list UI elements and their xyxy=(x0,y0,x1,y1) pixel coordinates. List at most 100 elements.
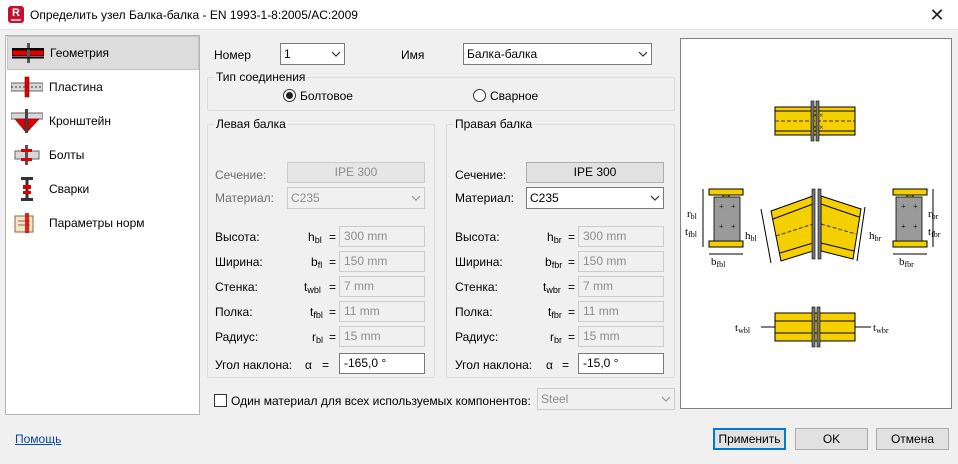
close-icon: ✕ xyxy=(929,5,945,25)
symbol: b xyxy=(545,255,552,269)
left-material-select[interactable]: C235 xyxy=(287,187,425,209)
cancel-button[interactable]: Отмена xyxy=(876,428,949,450)
svg-text:× ×: × × xyxy=(812,111,823,120)
symbol: h xyxy=(308,230,315,244)
t-fbl-subscript: fbl xyxy=(688,230,698,239)
left-height-field[interactable]: 300 mm xyxy=(339,226,425,247)
b-fbl-subscript: fbl xyxy=(717,260,727,269)
right-material-select[interactable]: C235 xyxy=(526,187,664,209)
same-material-label: Один материал для всех используемых комп… xyxy=(231,394,531,408)
sidebar-item-label: Болты xyxy=(49,148,85,162)
bolted-radio[interactable] xyxy=(283,89,296,102)
sidebar-item-label: Пластина xyxy=(49,80,103,94)
right-material-value: C235 xyxy=(530,191,559,205)
name-select[interactable]: Балка-балка xyxy=(463,43,652,65)
equals-sign: = xyxy=(329,230,337,244)
right-angle-symbol: α xyxy=(546,358,553,372)
welded-label: Сварное xyxy=(490,89,539,103)
right-angle-field[interactable]: -15,0 ° xyxy=(578,353,664,374)
field-value: 15 mm xyxy=(344,329,381,343)
left-beam-title: Левая балка xyxy=(214,117,288,131)
right-width-label: Ширина: xyxy=(455,255,503,269)
right-radius-field[interactable]: 15 mm xyxy=(578,326,664,347)
sidebar-item-plate[interactable]: Пластина xyxy=(7,71,199,103)
b-fbr-subscript: fbr xyxy=(905,260,915,269)
apply-button[interactable]: Применить xyxy=(713,428,786,450)
sidebar-item-label: Кронштейн xyxy=(49,114,111,128)
left-section-button[interactable]: IPE 300 xyxy=(287,162,425,183)
left-height-symbol: hbl xyxy=(308,230,322,245)
apply-button-label: Применить xyxy=(718,432,781,446)
svg-text:+: + xyxy=(731,222,736,231)
bracket-icon xyxy=(10,108,44,134)
connection-type-title: Тип соединения xyxy=(214,70,308,84)
chevron-down-icon xyxy=(332,51,340,57)
right-height-field[interactable]: 300 mm xyxy=(578,226,664,247)
same-material-select[interactable]: Steel xyxy=(537,388,675,410)
t-fbr-subscript: fbr xyxy=(931,230,941,239)
left-flange-field[interactable]: 11 mm xyxy=(339,301,425,322)
right-radius-symbol: rbr xyxy=(550,330,562,345)
svg-text:tfbl: tfbl xyxy=(685,226,698,239)
symbol-subscript: bl xyxy=(314,235,322,245)
left-height-label: Высота: xyxy=(215,230,260,244)
chevron-down-icon xyxy=(639,51,647,57)
help-link[interactable]: Помощь xyxy=(15,432,61,446)
equals-sign: = xyxy=(568,280,576,294)
window-title: Определить узел Балка-балка - EN 1993-1-… xyxy=(30,8,358,22)
left-flange-symbol: tfbl xyxy=(310,305,323,320)
right-width-symbol: bfbr xyxy=(545,255,562,270)
left-web-field[interactable]: 7 mm xyxy=(339,276,425,297)
sidebar-item-code-parameters[interactable]: Параметры норм xyxy=(7,207,199,239)
right-section-button[interactable]: IPE 300 xyxy=(526,162,664,183)
svg-text:+: + xyxy=(719,222,724,231)
svg-text:hbr: hbr xyxy=(869,230,882,243)
welded-radio[interactable] xyxy=(473,89,486,102)
svg-text:+: + xyxy=(901,202,906,211)
right-section-view: + + + + xyxy=(892,188,934,255)
left-angle-field[interactable]: -165,0 ° xyxy=(339,353,425,374)
right-web-symbol: twbr xyxy=(543,280,561,295)
bolts-icon xyxy=(10,142,44,168)
svg-text:+: + xyxy=(913,222,918,231)
left-angle-symbol: α xyxy=(305,358,312,372)
number-select[interactable]: 1 xyxy=(280,43,345,65)
sidebar-item-bolts[interactable]: Болты xyxy=(7,139,199,171)
left-radius-label: Радиус: xyxy=(215,330,259,344)
symbol: h xyxy=(547,230,554,244)
right-material-label: Материал: xyxy=(455,191,514,205)
symbol-subscript: wbr xyxy=(546,285,561,295)
right-height-label: Высота: xyxy=(455,230,500,244)
symbol-subscript: wbl xyxy=(307,285,321,295)
sidebar-item-welds[interactable]: Сварки xyxy=(7,173,199,205)
equals-sign: = xyxy=(329,330,337,344)
right-width-field[interactable]: 150 mm xyxy=(578,251,664,272)
r-bl-subscript: bl xyxy=(691,212,698,221)
h-bl-subscript: bl xyxy=(751,234,758,243)
field-value: -165,0 ° xyxy=(344,356,387,370)
equals-sign: = xyxy=(568,255,576,269)
sidebar-nav: Геометрия Пластина Кронштейн Болты Сварк… xyxy=(5,35,200,415)
close-button[interactable]: ✕ xyxy=(920,1,954,29)
chevron-down-icon xyxy=(412,195,420,201)
left-width-symbol: bfl xyxy=(311,255,322,270)
same-material-checkbox[interactable] xyxy=(214,394,227,407)
left-web-symbol: twbl xyxy=(304,280,321,295)
plate-icon xyxy=(10,74,44,100)
left-width-field[interactable]: 150 mm xyxy=(339,251,425,272)
sidebar-item-bracket[interactable]: Кронштейн xyxy=(7,105,199,137)
left-flange-label: Полка: xyxy=(215,305,253,319)
symbol-subscript: fl xyxy=(317,260,323,270)
field-value: 15 mm xyxy=(583,329,620,343)
ok-button[interactable]: OK xyxy=(795,428,868,450)
field-value: 7 mm xyxy=(583,279,613,293)
connection-preview: × × × × + + + + rbl tfbl bfbl hbl hbr + … xyxy=(680,38,952,409)
right-flange-field[interactable]: 11 mm xyxy=(578,301,664,322)
symbol: b xyxy=(311,255,318,269)
svg-text:rbl: rbl xyxy=(687,208,698,221)
name-value: Балка-балка xyxy=(467,47,538,61)
svg-text:× ×: × × xyxy=(812,123,823,132)
right-web-field[interactable]: 7 mm xyxy=(578,276,664,297)
sidebar-item-geometry[interactable]: Геометрия xyxy=(7,36,199,70)
left-radius-field[interactable]: 15 mm xyxy=(339,326,425,347)
